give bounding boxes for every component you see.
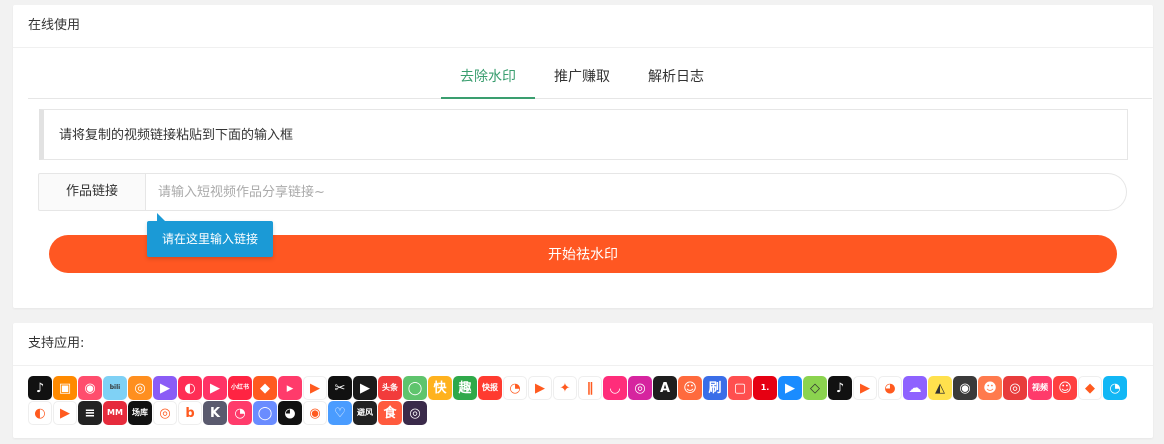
iqiyi-icon: ◇ [803, 376, 827, 400]
emoji-face-icon: ☺ [1053, 376, 1077, 400]
douyin-icon: ♪ [28, 376, 52, 400]
letter-k-icon: K [203, 401, 227, 425]
weishi-icon: ◉ [78, 376, 102, 400]
kuaishou-icon: ▣ [53, 376, 77, 400]
camera-lens-icon: ◉ [953, 376, 977, 400]
qutoutiao-icon: 趣 [453, 376, 477, 400]
video-play-icon: ▶ [153, 376, 177, 400]
video-camera-icon: ▸ [278, 376, 302, 400]
shi-icon: 食 [378, 401, 402, 425]
qq-icon: ◔ [1103, 376, 1127, 400]
kuaikan-icon: 快 [428, 376, 452, 400]
supported-apps-grid: ♪ ▣ ◉ bili ◎ ▶ ◐ ▶ 小红书 ◆ ▸ ▶ ✂ ▶ 头条 ◯ 快趣快报 ◔ ▶ ✦ ∥ ◡ ◎ A ☺ 刷 ▢ 1. ▶ ◇… [28, 376, 1138, 425]
twitter-icon: ✦ [553, 376, 577, 400]
instruction-box: 请将复制的视频链接粘贴到下面的输入框 [39, 109, 1128, 160]
yi-icon: 1. [753, 376, 777, 400]
bikaifeng-icon: 避风 [353, 401, 377, 425]
monkey-icon: ◉ [303, 401, 327, 425]
surprised-face-icon: ◕ [278, 401, 302, 425]
capcut-icon: ✂ [328, 376, 352, 400]
search-face-icon: ◔ [228, 401, 252, 425]
meipai-icon: ◐ [178, 376, 202, 400]
video-label-icon: 视频 [1028, 376, 1052, 400]
play-triangle-icon: ▶ [303, 376, 327, 400]
gradient-circle-icon: ◯ [253, 401, 277, 425]
huoshan-icon: ◆ [253, 376, 277, 400]
kuaibao-icon: 快报 [478, 376, 502, 400]
avatar-face-icon: ☺ [678, 376, 702, 400]
tab-1[interactable]: 推广赚取 [535, 57, 629, 97]
purple-ring-icon: ◎ [403, 401, 427, 425]
link-input[interactable] [146, 173, 1127, 211]
play-gradient-icon: ▶ [53, 401, 77, 425]
bird-icon: ◆ [1078, 376, 1102, 400]
online-use-panel: 在线使用 去除水印 推广赚取 解析日志 请将复制的视频链接粘贴到下面的输入框 作品链… [13, 5, 1153, 308]
red-circle-icon: MM [103, 401, 127, 425]
stripes-icon: ≡ [78, 401, 102, 425]
smile-icon: ◡ [603, 376, 627, 400]
tab-0[interactable]: 去除水印 [441, 57, 535, 99]
youtube-icon: ▶ [853, 376, 877, 400]
input-hint-tooltip: 请在这里输入链接 [147, 213, 274, 257]
netease-music-icon: ◎ [1003, 376, 1027, 400]
supported-apps-panel: 支持应用: ♪ ▣ ◉ bili ◎ ▶ ◐ ▶ 小红书 ◆ ▸ ▶ ✂ ▶ 头条 ◯ 快趣快报 ◔ ▶ ✦ ∥ ◡ ◎ A ☺… [13, 323, 1153, 438]
squirrel-icon: ◐ [28, 401, 52, 425]
tab-bar: 去除水印 推广赚取 解析日志 [28, 57, 1152, 99]
tantan-icon: A [653, 376, 677, 400]
momo-icon: ▶ [528, 376, 552, 400]
xigua-icon: ▶ [353, 376, 377, 400]
lvzhou-icon: ◯ [403, 376, 427, 400]
link-input-row: 作品链接 [38, 173, 1127, 211]
cartoon-cat-icon: ◕ [878, 376, 902, 400]
letter-b-icon: b [178, 401, 202, 425]
changku-icon: 场库 [128, 401, 152, 425]
online-use-title: 在线使用 [13, 5, 1153, 48]
weibo-icon: ◎ [128, 376, 152, 400]
heart-wave-icon: ♡ [328, 401, 352, 425]
audio-wave-icon: ∥ [578, 376, 602, 400]
xiaohongshu-icon: 小红书 [228, 376, 252, 400]
pipi-icon: ▶ [203, 376, 227, 400]
ghost-icon: ☁ [903, 376, 927, 400]
link-input-label: 作品链接 [38, 173, 146, 211]
tab-2[interactable]: 解析日志 [629, 57, 723, 97]
pear-icon: ◭ [928, 376, 952, 400]
youku-icon: ▶ [778, 376, 802, 400]
instruction-text: 请将复制的视频链接粘贴到下面的输入框 [59, 128, 294, 143]
bilibili-icon: bili [103, 376, 127, 400]
yellow-ring-icon: ◎ [153, 401, 177, 425]
tab-list: 去除水印 推广赚取 解析日志 [441, 57, 723, 99]
toutiao-icon: 头条 [378, 376, 402, 400]
chick-icon: ◔ [503, 376, 527, 400]
instagram-icon: ◎ [628, 376, 652, 400]
supported-apps-title: 支持应用: [13, 323, 1153, 366]
cartoon-face-icon: ☻ [978, 376, 1002, 400]
gang-icon: 刷 [703, 376, 727, 400]
tiktok-icon: ♪ [828, 376, 852, 400]
tv-icon: ▢ [728, 376, 752, 400]
